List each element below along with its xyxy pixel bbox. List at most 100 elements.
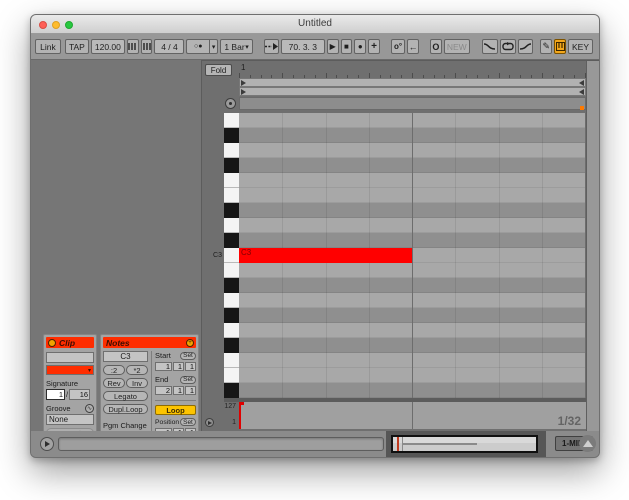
tap-tempo-button[interactable]: TAP [64, 39, 89, 54]
loop-switch[interactable] [499, 39, 516, 54]
zoom-scroll-lane[interactable] [239, 97, 586, 110]
envelopes-box-toggle[interactable]: E [76, 457, 87, 458]
preview-headphone-icon[interactable] [225, 98, 236, 109]
velocity-marker[interactable] [239, 402, 244, 405]
black-key[interactable] [224, 338, 239, 353]
grid-line [412, 402, 413, 429]
beat-time-ruler[interactable]: 1 [239, 63, 586, 78]
legato-button[interactable]: Legato [103, 391, 148, 401]
set-start-button[interactable]: Set [180, 351, 196, 360]
record-button[interactable]: ● [354, 39, 367, 54]
set-position-button[interactable]: Set [180, 418, 196, 426]
signature-denominator-field[interactable]: 16 [69, 389, 91, 400]
end-beat-field[interactable]: 1 [173, 386, 184, 395]
link-button[interactable]: Link [35, 39, 61, 54]
show-detail-view-toggle[interactable] [579, 435, 596, 452]
grid-line [541, 113, 543, 398]
black-key[interactable] [224, 278, 239, 293]
clip-overview[interactable] [391, 435, 538, 453]
computer-midi-keyboard-button[interactable] [554, 39, 567, 54]
loop-marker-lane[interactable] [239, 87, 586, 96]
white-key[interactable] [224, 323, 239, 338]
follow-button[interactable] [263, 39, 279, 54]
stop-button[interactable]: ■ [340, 39, 353, 54]
nudge-down-button[interactable] [126, 39, 139, 54]
white-key[interactable] [224, 113, 239, 128]
add-panel-icon[interactable]: + [186, 338, 194, 347]
transpose-field[interactable]: C3 [103, 351, 148, 362]
back-to-arrangement-button[interactable]: ← [407, 39, 419, 54]
overdub-button[interactable]: + [368, 39, 380, 54]
white-key[interactable] [224, 173, 239, 188]
reverse-button[interactable]: Rev [103, 378, 125, 388]
window-title: Untitled [298, 18, 332, 29]
double-tempo-button[interactable]: *2 [126, 365, 148, 375]
white-key[interactable] [224, 353, 239, 368]
info-view-toggle[interactable] [40, 437, 54, 451]
end-bar-field[interactable]: 2 [155, 386, 172, 395]
notes-box-toggle[interactable]: ♪ [61, 457, 72, 458]
clip-activator-icon[interactable] [48, 338, 56, 347]
start-beat-field[interactable]: 1 [173, 362, 184, 371]
metronome-menu-button[interactable]: ▾ [208, 39, 219, 54]
metronome-button[interactable]: ○ ● [186, 39, 209, 54]
velocity-lane-fold-icon[interactable] [205, 418, 214, 427]
black-key[interactable] [224, 158, 239, 173]
black-key[interactable] [224, 383, 239, 398]
black-key[interactable] [224, 308, 239, 323]
app-window: Untitled Link TAP 120.00 4 / 4 ○ ● ▾ 1 Ba… [30, 14, 600, 458]
punch-in-button[interactable] [481, 39, 498, 54]
half-tempo-button[interactable]: :2 [103, 365, 125, 375]
white-key[interactable] [224, 368, 239, 383]
scrollbar-track[interactable] [586, 61, 599, 434]
white-key[interactable] [224, 293, 239, 308]
draw-mode-button[interactable]: ✎ [540, 39, 553, 54]
groove-icon[interactable]: ∿ [85, 404, 94, 413]
loop-end-marker-icon[interactable] [579, 89, 584, 95]
white-key[interactable] [224, 263, 239, 278]
loop-end-marker-icon[interactable] [579, 80, 584, 86]
play-button[interactable]: ▶ [326, 39, 339, 54]
nudge-up-icon [143, 43, 151, 50]
invert-button[interactable]: Inv [126, 378, 148, 388]
session-record-button[interactable]: O [430, 39, 442, 54]
follow-icon [264, 43, 278, 50]
automation-arm-button[interactable]: o° [390, 39, 406, 54]
key-map-button[interactable]: KEY [568, 39, 594, 54]
fold-button[interactable]: Fold [205, 64, 232, 76]
loop-toggle-button[interactable]: Loop [155, 405, 196, 415]
start-marker-lane[interactable] [239, 78, 586, 87]
scroll-handle-marker[interactable] [580, 106, 584, 110]
loop-start-marker-icon[interactable] [241, 89, 246, 95]
arrangement-position-display[interactable]: 70. 3. 3 [280, 39, 325, 54]
white-key[interactable] [224, 218, 239, 233]
end-sixteenth-field[interactable]: 1 [185, 386, 196, 395]
black-key[interactable] [224, 128, 239, 143]
white-key[interactable] [224, 188, 239, 203]
midi-note[interactable]: C3 [239, 248, 412, 263]
set-end-button[interactable]: Set [180, 375, 196, 384]
loop-start-marker-icon[interactable] [241, 80, 246, 86]
start-sixteenth-field[interactable]: 1 [185, 362, 196, 371]
black-key[interactable] [224, 203, 239, 218]
nudge-up-button[interactable] [140, 39, 153, 54]
launch-box-toggle[interactable]: L [46, 457, 57, 458]
duplicate-loop-button[interactable]: Dupl.Loop [103, 404, 148, 414]
clip-name-field[interactable] [46, 352, 94, 363]
plus-icon: + [371, 41, 377, 52]
midi-note-editor: Fold 1 1/32 127 1 C3 C3 [201, 60, 599, 434]
quantization-menu[interactable]: 1 Bar ▾ [220, 39, 253, 54]
white-key[interactable] [224, 143, 239, 158]
new-button[interactable]: NEW [443, 39, 470, 54]
clip-color-chooser[interactable]: ▾ [46, 365, 94, 375]
time-signature-field[interactable]: 4 / 4 [154, 39, 185, 54]
black-key[interactable] [224, 233, 239, 248]
start-bar-field[interactable]: 1 [155, 362, 172, 371]
velocity-lane[interactable]: 1/32 [239, 402, 586, 429]
signature-numerator-field[interactable]: 1 [46, 389, 65, 400]
groove-chooser[interactable]: None [46, 414, 94, 425]
punch-out-button[interactable] [517, 39, 534, 54]
velocity-stem[interactable] [239, 402, 241, 429]
white-key[interactable] [224, 248, 239, 263]
tempo-field[interactable]: 120.00 [90, 39, 125, 54]
